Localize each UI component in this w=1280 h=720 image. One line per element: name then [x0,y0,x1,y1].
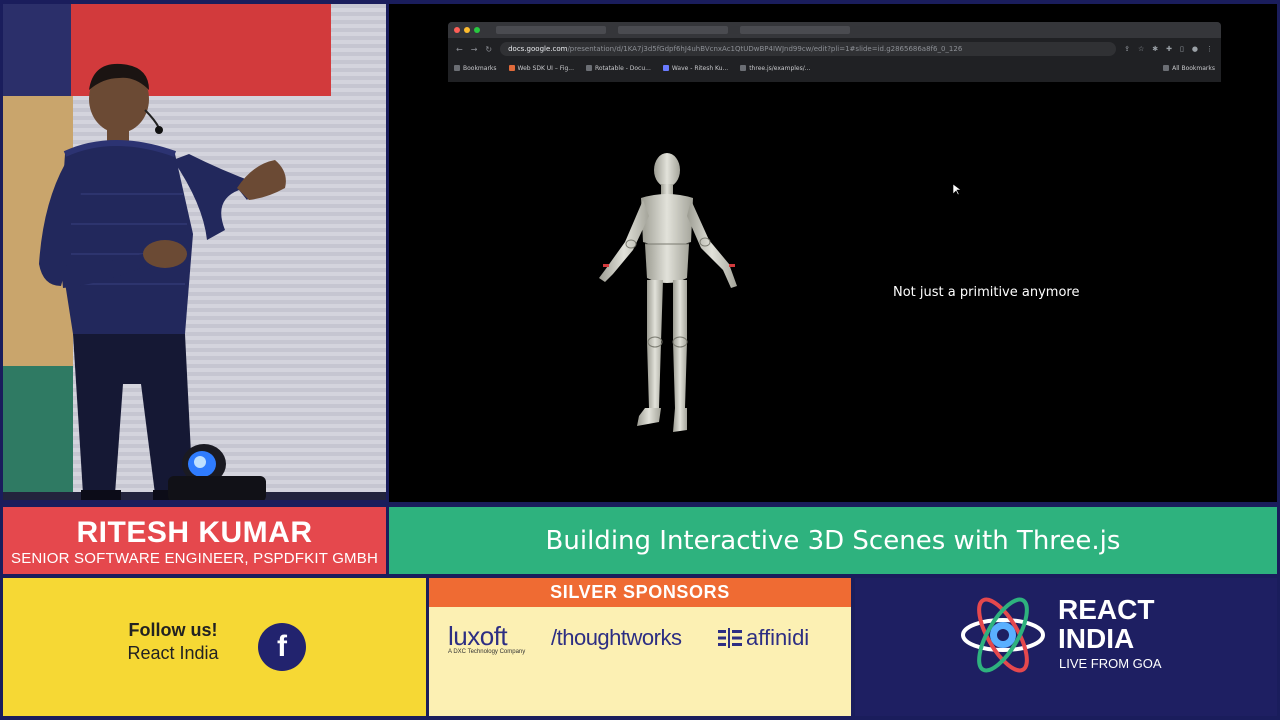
browser-tab[interactable] [618,26,728,34]
react-atom-logo [961,597,1045,673]
bookmarks-bar: Bookmarks Web SDK UI – Fig... Rotatable … [448,60,1221,76]
forward-arrow-icon[interactable]: → [471,45,478,54]
globe-icon [585,65,592,71]
maximize-window-icon[interactable] [474,27,480,33]
all-bookmarks[interactable]: All Bookmarks [1163,65,1215,72]
3d-mannequin-model [599,153,737,432]
star-icon[interactable]: ☆ [1138,45,1144,53]
talk-title-bar: Building Interactive 3D Scenes with Thre… [389,507,1277,574]
sponsors-panel: SILVER SPONSORS luxoft A DXC Technology … [429,578,851,716]
brand-line-1: REACT [1058,594,1155,625]
browser-window: ← → ↻ docs.google.com /presentation/d/1K… [448,22,1221,82]
speaker-figure [39,63,286,500]
url-path: /presentation/d/1KA7j3d5fGdpf6hJ4uhBVcnx… [567,45,963,53]
figma-icon [508,65,515,71]
bookmark-item[interactable]: Wave - Ritesh Ku... [662,64,729,72]
sponsors-heading: SILVER SPONSORS [429,578,851,607]
slide-caption: Not just a primitive anymore [893,285,1080,300]
affinidi-logo: affinidi [718,625,809,651]
bookmark-item[interactable]: Rotatable - Docu... [585,64,651,72]
brand-line-2: INDIA [1058,623,1135,654]
speaker-camera-feed [3,4,386,500]
bookmark-label: Bookmarks [463,64,497,72]
affinidi-wordmark: affinidi [746,625,810,650]
follow-heading: Follow us! [128,620,218,640]
bookmark-label: Web SDK UI – Fig... [517,64,574,72]
profile-icon[interactable]: ● [1192,45,1198,53]
puzzle-icon[interactable]: ✚ [1166,45,1172,53]
thoughtworks-logo: /thoughtworks [551,625,682,650]
sponsor-logos: luxoft A DXC Technology Company /thought… [429,622,851,662]
browser-tab[interactable] [496,26,606,34]
bookmark-item[interactable]: Web SDK UI – Fig... [508,64,574,72]
address-bar[interactable]: docs.google.com /presentation/d/1KA7j3d5… [500,42,1117,56]
presentation-screen: ← → ↻ docs.google.com /presentation/d/1K… [389,4,1277,502]
stage-light [168,444,266,500]
folder-icon [1163,65,1170,71]
reload-icon[interactable]: ↻ [485,45,492,54]
browser-tab[interactable] [740,26,850,34]
minimize-window-icon[interactable] [464,27,470,33]
browser-toolbar: ← → ↻ docs.google.com /presentation/d/1K… [448,38,1221,60]
extension-icon[interactable]: ✱ [1152,45,1158,53]
luxoft-logo: luxoft A DXC Technology Company [448,622,525,655]
wave-icon [662,65,669,71]
browser-tab-strip [448,22,1221,38]
mouse-cursor-icon [953,184,961,196]
follow-us-text: Follow us! React India [93,620,253,664]
brand-tagline: LIVE FROM GOA [1059,656,1162,671]
speaker-title: SENIOR SOFTWARE ENGINEER, PSPDFKIT GMBH [10,550,378,567]
bookmark-label: Wave - Ritesh Ku... [671,64,729,72]
bookmark-item[interactable]: Bookmarks [454,65,497,72]
github-icon [740,65,747,71]
facebook-icon: f [258,623,306,671]
brand-name: REACT INDIA [1058,595,1154,653]
close-window-icon[interactable] [454,27,460,33]
follow-handle: React India [127,643,219,663]
bookmark-label: Rotatable - Docu... [594,64,651,72]
back-arrow-icon[interactable]: ← [456,45,463,54]
speaker-name-bar: RITESH KUMAR SENIOR SOFTWARE ENGINEER, P… [3,507,386,574]
bookmark-star-icon [454,65,460,71]
follow-us-panel: Follow us! React India f [3,578,426,716]
share-icon[interactable]: ⇪ [1124,45,1130,53]
bookmark-label: three.js/examples/... [749,64,811,72]
affinidi-mark-icon [718,628,742,648]
talk-title: Building Interactive 3D Scenes with Thre… [545,525,1121,556]
menu-dots-icon[interactable]: ⋮ [1206,45,1213,53]
sidebar-icon[interactable]: ▯ [1180,45,1184,53]
luxoft-tagline: A DXC Technology Company [448,649,526,655]
speaker-name: RITESH KUMAR [76,516,313,549]
luxoft-wordmark: luxoft [448,621,508,651]
all-bookmarks-label: All Bookmarks [1172,64,1215,72]
bookmark-item[interactable]: three.js/examples/... [740,64,811,72]
url-host: docs.google.com [508,45,568,53]
react-india-brand-panel: REACT INDIA LIVE FROM GOA [855,578,1277,716]
